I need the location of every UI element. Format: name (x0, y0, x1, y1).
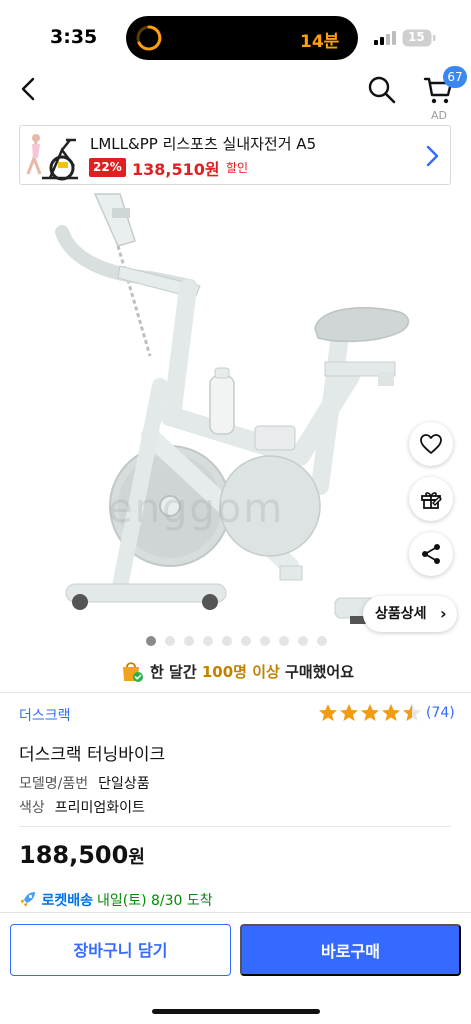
signal-icon (374, 31, 396, 45)
chevron-right-icon (426, 145, 439, 167)
price-unit: 원 (128, 847, 145, 868)
pagination-dot[interactable] (298, 636, 308, 646)
ad-discount-badge: 22% (89, 158, 126, 177)
star-full-icon (319, 704, 337, 721)
pagination-dot[interactable] (260, 636, 270, 646)
star-half-icon (403, 704, 421, 721)
pagination-dot[interactable] (146, 636, 156, 646)
ad-product-thumbnail (26, 134, 78, 181)
spec-row-color: 색상 프리미엄화이트 (19, 797, 145, 817)
spec-value: 단일상품 (98, 776, 150, 792)
purchase-count-text: 한 달간 100명 이상 구매했어요 (150, 661, 354, 682)
star-full-icon (382, 704, 400, 721)
status-time: 3:35 (50, 26, 98, 48)
product-price: 188,500원 (19, 841, 145, 869)
pagination-dot[interactable] (222, 636, 232, 646)
image-watermark: enggom (108, 486, 285, 532)
search-icon[interactable] (366, 74, 398, 106)
review-count[interactable]: (74) (426, 705, 455, 721)
shopping-bag-icon (123, 662, 143, 682)
spec-label: 색상 (19, 800, 45, 816)
divider (0, 692, 471, 693)
divider (19, 826, 451, 827)
share-button[interactable] (409, 532, 453, 576)
wishlist-button[interactable] (409, 422, 453, 466)
spec-row-model: 모델명/품번 단일상품 (19, 773, 150, 793)
back-icon[interactable] (14, 74, 44, 104)
star-full-icon (361, 704, 379, 721)
pagination-dot[interactable] (203, 636, 213, 646)
battery-icon: 15 (402, 29, 436, 47)
star-full-icon (340, 704, 358, 721)
ad-price: 138,510원 (132, 160, 220, 179)
brand-link[interactable]: 더스크랙 (19, 705, 71, 725)
bottom-action-bar: 장바구니 담기 바로구매 (0, 912, 471, 1024)
chevron-right-icon: › (439, 604, 447, 623)
timer-icon (136, 25, 162, 51)
timer-text: 14분 (300, 32, 340, 52)
product-name: 더스크랙 터닝바이크 (19, 745, 166, 765)
status-bar: 3:35 14분 15 (0, 0, 471, 70)
ad-sale-label: 할인 (226, 161, 249, 175)
delivery-date: 내일(토) 8/30 도착 (96, 893, 213, 909)
ad-title: LMLL&PP 리스포츠 실내자전거 A5 (90, 135, 317, 153)
product-detail-button[interactable]: 상품상세 › (363, 596, 457, 632)
gift-button[interactable] (409, 477, 453, 521)
spec-label: 모델명/품번 (19, 776, 89, 792)
pagination-dot[interactable] (165, 636, 175, 646)
spec-value: 프리미엄화이트 (54, 800, 145, 816)
exercise-bike-illustration (55, 193, 410, 624)
product-image[interactable]: enggom (0, 186, 471, 646)
pagination-dot[interactable] (317, 636, 327, 646)
buy-now-button[interactable]: 바로구매 (240, 924, 461, 976)
home-indicator (152, 1009, 320, 1014)
price-value: 188,500 (19, 841, 129, 869)
pagination-dot[interactable] (279, 636, 289, 646)
battery-level: 15 (408, 30, 425, 44)
gift-icon (421, 492, 442, 509)
purchase-prefix: 한 달간 (150, 663, 202, 681)
rocket-icon (20, 892, 35, 907)
cart-count-badge[interactable]: 67 (443, 66, 467, 88)
ad-banner[interactable]: LMLL&PP 리스포츠 실내자전거 A5 22% 138,510원 할인 (19, 125, 451, 185)
heart-icon (420, 434, 442, 454)
add-to-cart-button[interactable]: 장바구니 담기 (10, 924, 231, 976)
ad-label: AD (431, 109, 447, 122)
purchase-suffix: 구매했어요 (279, 663, 355, 681)
purchase-highlight: 100명 이상 (201, 663, 280, 681)
delivery-info: 로켓배송 내일(토) 8/30 도착 (19, 890, 213, 910)
pagination-dot[interactable] (241, 636, 251, 646)
share-icon (422, 544, 440, 564)
pagination-dot[interactable] (184, 636, 194, 646)
rocket-delivery-label: 로켓배송 (41, 893, 93, 909)
product-detail-label: 상품상세 (375, 606, 427, 622)
